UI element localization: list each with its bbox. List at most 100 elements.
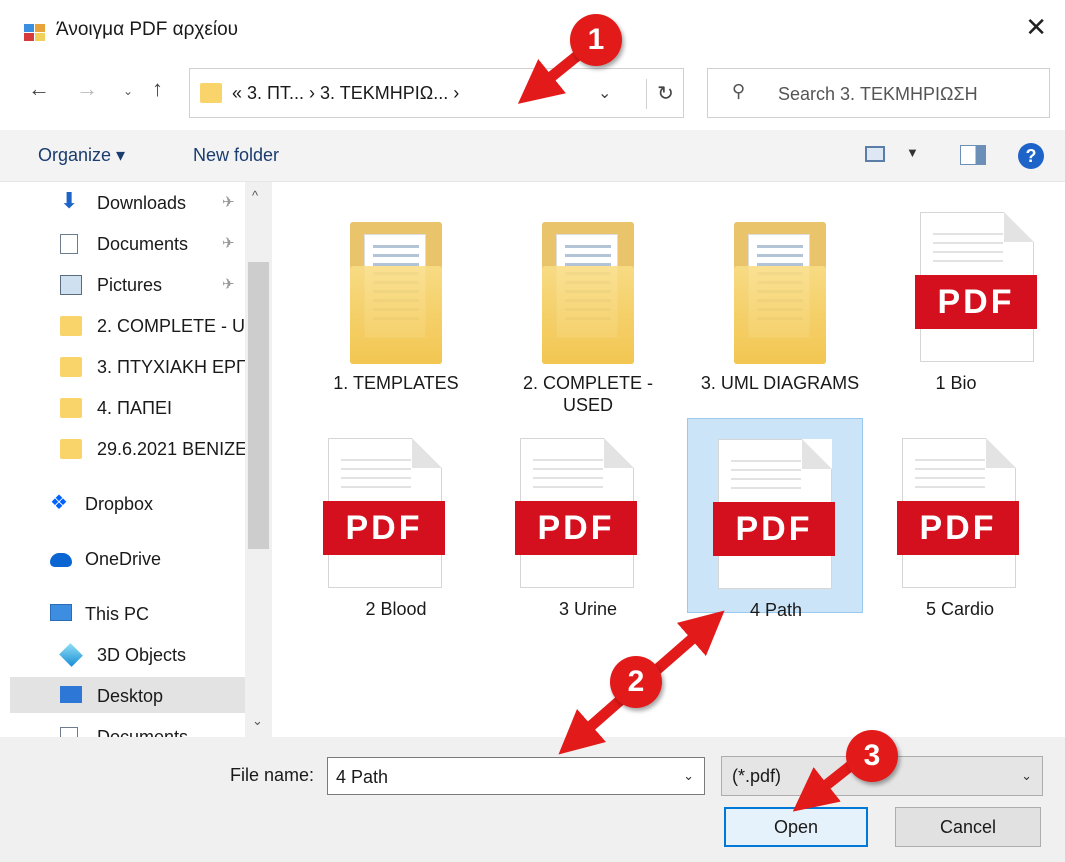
sidebar-item-documents[interactable]: Documents ✈ [10, 225, 245, 261]
pdf-label: PDF [323, 501, 445, 555]
folder-icon [734, 222, 826, 364]
file-list: 1. TEMPLATES 2. COMPLETE - USED 3. UML D… [272, 182, 1065, 737]
pdf-tile[interactable]: PDF 1 Bio [868, 192, 1044, 393]
sidebar-item-label: 29.6.2021 ΒΕΝΙΖΕ [97, 439, 248, 459]
document-icon [60, 234, 78, 254]
scrollbar-thumb[interactable] [248, 262, 269, 549]
pin-icon: ✈ [222, 194, 235, 211]
change-view-icon[interactable] [865, 146, 885, 162]
sidebar-item-folder[interactable]: 3. ΠΤΥΧΙΑΚΗ ΕΡΓ [10, 348, 246, 384]
refresh-icon[interactable]: ↻ [646, 79, 684, 109]
sidebar-item-pictures[interactable]: Pictures ✈ [10, 266, 245, 302]
sidebar-item-label: 2. COMPLETE - U [97, 316, 246, 336]
help-icon[interactable]: ? [1018, 143, 1044, 169]
annotation-badge-1: 1 [570, 14, 622, 66]
navigation-pane: ⬇ Downloads ✈ Documents ✈ Pictures ✈ 2. … [0, 182, 272, 737]
sidebar-item-onedrive[interactable]: OneDrive [10, 540, 245, 576]
folder-tile[interactable]: 3. UML DIAGRAMS [692, 192, 868, 393]
folder-icon [60, 316, 82, 336]
sidebar-item-folder[interactable]: 2. COMPLETE - U [10, 307, 245, 343]
scroll-down-icon[interactable]: ⌄ [252, 713, 263, 729]
address-dropdown-icon[interactable]: ⌄ [598, 83, 611, 103]
app-icon [24, 24, 45, 41]
pdf-file-icon: PDF [323, 438, 445, 588]
pdf-file-icon: PDF [897, 438, 1019, 588]
pin-icon: ✈ [222, 235, 235, 252]
sidebar-item-label: Dropbox [85, 494, 154, 514]
pdf-file-icon: PDF [713, 439, 835, 589]
sidebar-item-label: 3. ΠΤΥΧΙΑΚΗ ΕΡΓ [97, 357, 246, 377]
pdf-label: PDF [915, 275, 1037, 329]
pdf-tile[interactable]: PDF 5 Cardio [872, 418, 1048, 619]
folder-icon [542, 222, 634, 364]
up-arrow-icon[interactable]: ↑ [152, 76, 163, 102]
sidebar-item-label: Documents [97, 727, 189, 737]
file-name-value[interactable]: 4 Path [336, 767, 388, 788]
annotation-badge-3: 3 [846, 730, 898, 782]
window-title: Άνοιγμα PDF αρχείου [56, 19, 239, 40]
pdf-tile-selected[interactable]: PDF 4 Path [687, 418, 863, 620]
file-name: 4 Path [749, 600, 803, 620]
file-name-input[interactable]: 4 Path ⌄ [327, 757, 705, 795]
sidebar-item-dropbox[interactable]: ❖ Dropbox [10, 485, 245, 521]
sidebar-item-label: Downloads [97, 193, 187, 213]
file-name: 2. COMPLETE - USED [522, 373, 654, 415]
file-name: 5 Cardio [925, 599, 995, 619]
sidebar-item-documents[interactable]: Documents [10, 718, 245, 737]
sidebar-item-desktop[interactable]: Desktop [10, 677, 245, 713]
chevron-down-icon[interactable]: ⌄ [1021, 768, 1032, 784]
folder-icon [60, 439, 82, 459]
sidebar-item-downloads[interactable]: ⬇ Downloads ✈ [10, 184, 245, 220]
sidebar-item-label: This PC [85, 604, 150, 624]
folder-icon [200, 83, 222, 103]
computer-icon [50, 604, 72, 621]
folder-tile[interactable]: 2. COMPLETE - USED [500, 192, 676, 415]
view-options-dropdown-icon[interactable]: ▼ [906, 145, 919, 160]
dialog-footer: File name: 4 Path ⌄ (*.pdf) ⌄ Open Cance… [0, 737, 1065, 862]
sidebar-item-label: Pictures [97, 275, 163, 295]
search-box[interactable]: ⚲ Search 3. ΤΕΚΜΗΡΙΩΣΗ [707, 68, 1050, 118]
scroll-up-icon[interactable]: ^ [252, 188, 258, 203]
sidebar-item-3d-objects[interactable]: 3D Objects [10, 636, 245, 672]
organize-button[interactable]: Organize ▾ [38, 145, 125, 166]
sidebar-item-folder[interactable]: 4. ΠΑΠΕΙ [10, 389, 245, 425]
3d-objects-icon [59, 643, 83, 667]
open-button[interactable]: Open [724, 807, 868, 847]
address-bar[interactable]: « 3. ΠΤ... › 3. ΤΕΚΜΗΡΙΩ... › ⌄ ↻ [189, 68, 684, 118]
download-icon: ⬇ [60, 188, 79, 213]
sidebar-item-this-pc[interactable]: This PC [10, 595, 245, 631]
recent-locations-chevron-icon[interactable]: ⌄ [123, 84, 133, 98]
file-name: 3. UML DIAGRAMS [700, 373, 860, 393]
pdf-label: PDF [713, 502, 835, 556]
folder-tile[interactable]: 1. TEMPLATES [308, 192, 484, 393]
sidebar-item-label: Desktop [97, 686, 164, 706]
forward-arrow-icon[interactable]: → [76, 76, 98, 102]
pdf-label: PDF [897, 501, 1019, 555]
file-type-value: (*.pdf) [732, 766, 782, 786]
pdf-file-icon: PDF [915, 212, 1037, 362]
file-name: 2 Blood [365, 599, 427, 619]
sidebar-item-label: 4. ΠΑΠΕΙ [97, 398, 173, 418]
close-icon[interactable]: ✕ [1025, 14, 1047, 40]
file-name: 1 Bio [935, 373, 977, 393]
pdf-label: PDF [515, 501, 637, 555]
preview-pane-icon[interactable] [960, 145, 986, 165]
pdf-tile[interactable]: PDF 2 Blood [308, 418, 484, 619]
sidebar-item-folder[interactable]: 29.6.2021 ΒΕΝΙΖΕ [10, 430, 248, 466]
search-icon: ⚲ [732, 81, 746, 101]
new-folder-button[interactable]: New folder [193, 145, 279, 166]
cancel-button[interactable]: Cancel [895, 807, 1041, 847]
folder-icon [60, 398, 82, 418]
back-arrow-icon[interactable]: ← [28, 76, 50, 102]
breadcrumb[interactable]: « 3. ΠΤ... › 3. ΤΕΚΜΗΡΙΩ... › [232, 83, 459, 104]
title-bar: Άνοιγμα PDF αρχείου ✕ [0, 0, 1065, 62]
document-icon [60, 727, 78, 737]
command-bar: Organize ▾ New folder ▼ ? [0, 130, 1065, 182]
pdf-tile[interactable]: PDF 3 Urine [500, 418, 676, 619]
dropbox-icon: ❖ [50, 492, 68, 514]
chevron-down-icon[interactable]: ⌄ [683, 768, 694, 784]
file-name: 1. TEMPLATES [333, 373, 459, 393]
pdf-file-icon: PDF [515, 438, 637, 588]
sidebar-item-label: OneDrive [85, 549, 162, 569]
sidebar-item-label: Documents [97, 234, 189, 254]
